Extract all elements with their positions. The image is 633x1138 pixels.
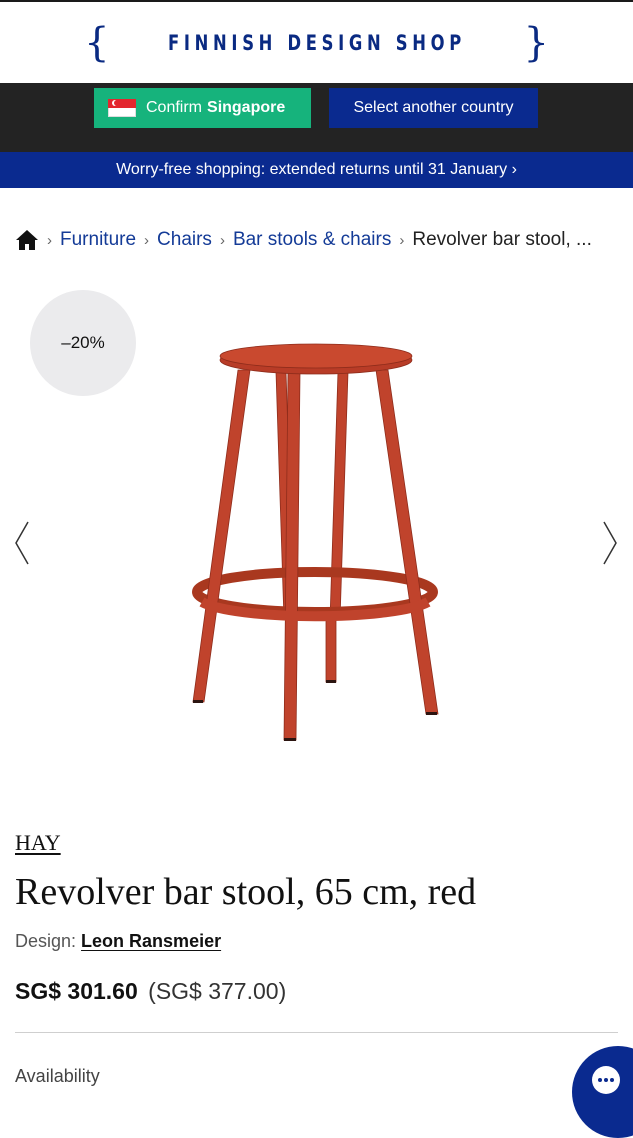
site-logo[interactable]: { FINNISH DESIGN SHOP }	[84, 23, 549, 63]
previous-image-arrow-icon[interactable]	[12, 518, 32, 568]
next-image-arrow-icon[interactable]	[600, 518, 620, 568]
chat-bubble-icon	[592, 1066, 620, 1094]
designer-line: Design: Leon Ransmeier	[15, 931, 221, 952]
home-icon[interactable]	[15, 229, 39, 251]
breadcrumb-chairs[interactable]: Chairs	[157, 229, 212, 251]
product-image	[192, 343, 439, 741]
price-original: (SG$ 377.00)	[148, 978, 287, 1004]
chat-button[interactable]	[572, 1046, 633, 1138]
breadcrumb-separator: ›	[144, 231, 150, 249]
country-selector-bar: Confirm Singapore Select another country	[0, 83, 633, 152]
logo-brace-left: {	[84, 19, 110, 66]
breadcrumb-furniture[interactable]: Furniture	[60, 229, 136, 251]
designer-link[interactable]: Leon Ransmeier	[81, 931, 221, 951]
discount-badge: –20%	[30, 290, 136, 396]
logo-brace-right: }	[523, 19, 549, 66]
price-row: SG$ 301.60 (SG$ 377.00)	[15, 978, 286, 1005]
confirm-label: Confirm	[146, 99, 203, 116]
breadcrumb-bar-stools[interactable]: Bar stools & chairs	[233, 229, 391, 251]
divider	[15, 1032, 618, 1033]
brand-link[interactable]: HAY	[15, 830, 61, 856]
confirm-country-name: Singapore	[207, 99, 286, 116]
breadcrumb-current: Revolver bar stool, ...	[412, 229, 592, 250]
breadcrumb: › Furniture › Chairs › Bar stools & chai…	[15, 226, 625, 254]
logo-text: FINNISH DESIGN SHOP	[167, 30, 466, 55]
product-title: Revolver bar stool, 65 cm, red	[15, 871, 477, 913]
breadcrumb-separator: ›	[399, 231, 405, 249]
designer-label: Design:	[15, 931, 77, 951]
confirm-country-button[interactable]: Confirm Singapore	[94, 88, 311, 128]
breadcrumb-separator: ›	[47, 231, 52, 249]
breadcrumb-separator: ›	[219, 231, 225, 249]
price-current: SG$ 301.60	[15, 978, 138, 1004]
promo-banner[interactable]: Worry-free shopping: extended returns un…	[0, 152, 633, 188]
singapore-flag-icon	[108, 99, 136, 117]
select-another-country-button[interactable]: Select another country	[329, 88, 538, 128]
availability-label: Availability	[15, 1066, 100, 1086]
site-header: { FINNISH DESIGN SHOP }	[0, 2, 633, 83]
